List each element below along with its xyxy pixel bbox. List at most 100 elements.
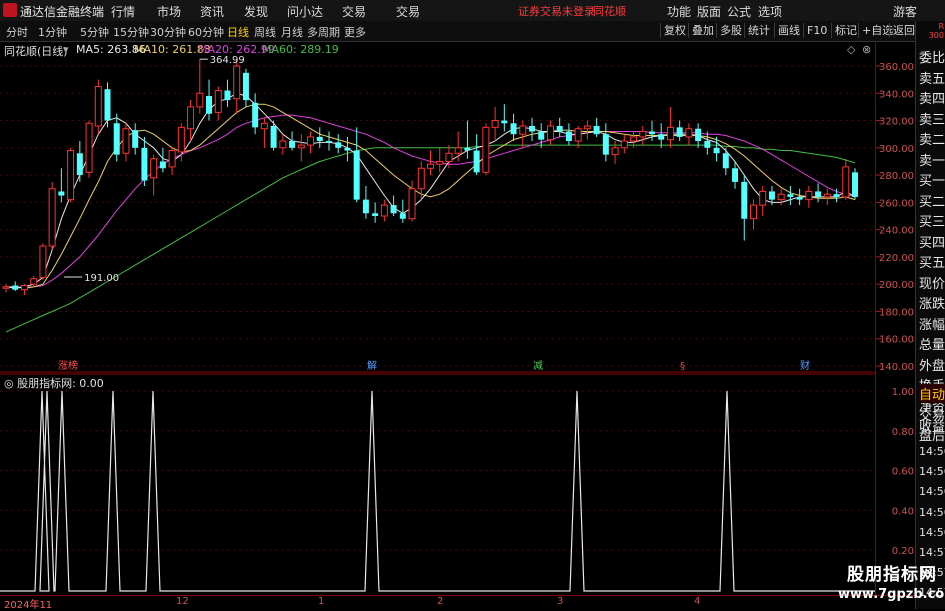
candle-body[interactable] — [842, 166, 850, 198]
candle-body[interactable] — [150, 158, 158, 179]
event-marker[interactable]: 解 — [367, 359, 377, 372]
candle-body[interactable] — [399, 213, 406, 219]
candle-body[interactable] — [39, 245, 47, 278]
candle-body[interactable] — [289, 141, 296, 148]
candle-body[interactable] — [583, 125, 591, 130]
candle-body[interactable] — [630, 136, 638, 142]
candle-body[interactable] — [67, 150, 75, 201]
menu-trade2[interactable]: 交易 — [396, 3, 420, 20]
candle-body[interactable] — [741, 181, 748, 219]
candle-body[interactable] — [76, 153, 83, 176]
candle-body[interactable] — [620, 140, 628, 149]
menu-quotes[interactable]: 行情 — [111, 3, 135, 20]
login-warning[interactable]: 证券交易未登录 — [518, 3, 595, 19]
period-5min[interactable]: 5分钟 — [80, 24, 109, 40]
candle-body[interactable] — [390, 205, 397, 214]
candle-body[interactable] — [344, 147, 351, 151]
candle-body[interactable] — [297, 144, 305, 149]
candle-body[interactable] — [85, 122, 93, 173]
candle-body[interactable] — [602, 134, 609, 155]
menu-market[interactable]: 市场 — [157, 3, 181, 20]
candle-body[interactable] — [242, 72, 249, 101]
candle-body[interactable] — [335, 142, 342, 148]
period-monthly[interactable]: 月线 — [281, 24, 303, 40]
period-weekly[interactable]: 周线 — [254, 24, 276, 40]
candle-body[interactable] — [94, 85, 102, 127]
menu-news[interactable]: 资讯 — [200, 3, 224, 20]
period-60min[interactable]: 60分钟 — [188, 24, 224, 40]
candle-body[interactable] — [529, 126, 536, 132]
candle-body[interactable] — [787, 194, 794, 197]
candle-body[interactable] — [482, 126, 490, 173]
period-more[interactable]: 更多 — [344, 24, 366, 40]
candle-body[interactable] — [372, 213, 379, 216]
candle-body[interactable] — [224, 90, 231, 101]
candle-body[interactable] — [279, 140, 287, 149]
candle-body[interactable] — [658, 134, 665, 140]
menu-discover[interactable]: 发现 — [244, 3, 268, 20]
candle-body[interactable] — [704, 141, 711, 148]
period-1min[interactable]: 1分钟 — [38, 24, 67, 40]
candle-body[interactable] — [501, 120, 508, 124]
candle-body[interactable] — [519, 125, 527, 135]
menu-trade[interactable]: 交易 — [342, 3, 366, 20]
event-marker[interactable]: 涨榜 — [58, 359, 78, 372]
candle-body[interactable] — [574, 128, 582, 142]
candle-body[interactable] — [593, 126, 600, 135]
candle-body[interactable] — [833, 194, 840, 197]
candle-body[interactable] — [648, 131, 655, 135]
candle-body[interactable] — [676, 127, 683, 137]
candle-body[interactable] — [2, 286, 10, 289]
menu-ask[interactable]: 问小达 — [287, 3, 323, 20]
candle-body[interactable] — [408, 188, 416, 220]
candle-body[interactable] — [611, 147, 619, 156]
candle-body[interactable] — [58, 191, 65, 196]
candle-body[interactable] — [777, 193, 785, 201]
candle-body[interactable] — [759, 190, 767, 206]
candle-body[interactable] — [749, 204, 757, 220]
menu-layout[interactable]: 版面 — [697, 3, 721, 20]
candle-body[interactable] — [436, 160, 444, 165]
candle-body[interactable] — [20, 285, 28, 291]
candle-body[interactable] — [132, 130, 139, 148]
candle-body[interactable] — [380, 204, 388, 217]
period-intraday[interactable]: 分时 — [6, 24, 28, 40]
indicator-chart[interactable] — [0, 373, 875, 595]
candle-body[interactable] — [177, 126, 185, 153]
candle-body[interactable] — [852, 172, 858, 197]
period-multi[interactable]: 多周期 — [307, 24, 340, 40]
candle-body[interactable] — [473, 150, 480, 173]
candle-body[interactable] — [252, 102, 259, 128]
period-daily[interactable]: 日线 — [227, 24, 249, 40]
candle-body[interactable] — [639, 130, 647, 138]
candle-body[interactable] — [823, 193, 831, 198]
candle-body[interactable] — [732, 168, 739, 182]
btn-stats[interactable]: 统计 — [744, 23, 773, 38]
candle-body[interactable] — [168, 150, 176, 168]
candle-body[interactable] — [206, 96, 213, 114]
candle-body[interactable] — [48, 188, 56, 247]
candle-body[interactable] — [510, 123, 517, 135]
candle-body[interactable] — [805, 190, 813, 201]
candle-body[interactable] — [427, 163, 434, 169]
candle-body[interactable] — [122, 128, 130, 154]
candle-body[interactable] — [187, 106, 195, 130]
candle-body[interactable] — [685, 128, 693, 138]
candle-body[interactable] — [666, 126, 674, 141]
candle-body[interactable] — [353, 150, 360, 200]
candle-body[interactable] — [196, 92, 204, 108]
candle-body[interactable] — [113, 123, 120, 155]
candle-body[interactable] — [491, 120, 499, 128]
candle-body[interactable] — [362, 199, 369, 214]
candle-body[interactable] — [307, 136, 315, 146]
candle-body[interactable] — [12, 285, 19, 290]
period-30min[interactable]: 30分钟 — [150, 24, 186, 40]
candle-body[interactable] — [159, 161, 166, 169]
candle-body[interactable] — [538, 131, 545, 140]
event-marker[interactable]: 财 — [800, 359, 810, 372]
btn-back[interactable]: 返回 — [889, 23, 918, 38]
period-15min[interactable]: 15分钟 — [113, 24, 149, 40]
candle-body[interactable] — [104, 89, 111, 121]
candle-body[interactable] — [815, 191, 822, 197]
menu-formula[interactable]: 公式 — [727, 3, 751, 20]
